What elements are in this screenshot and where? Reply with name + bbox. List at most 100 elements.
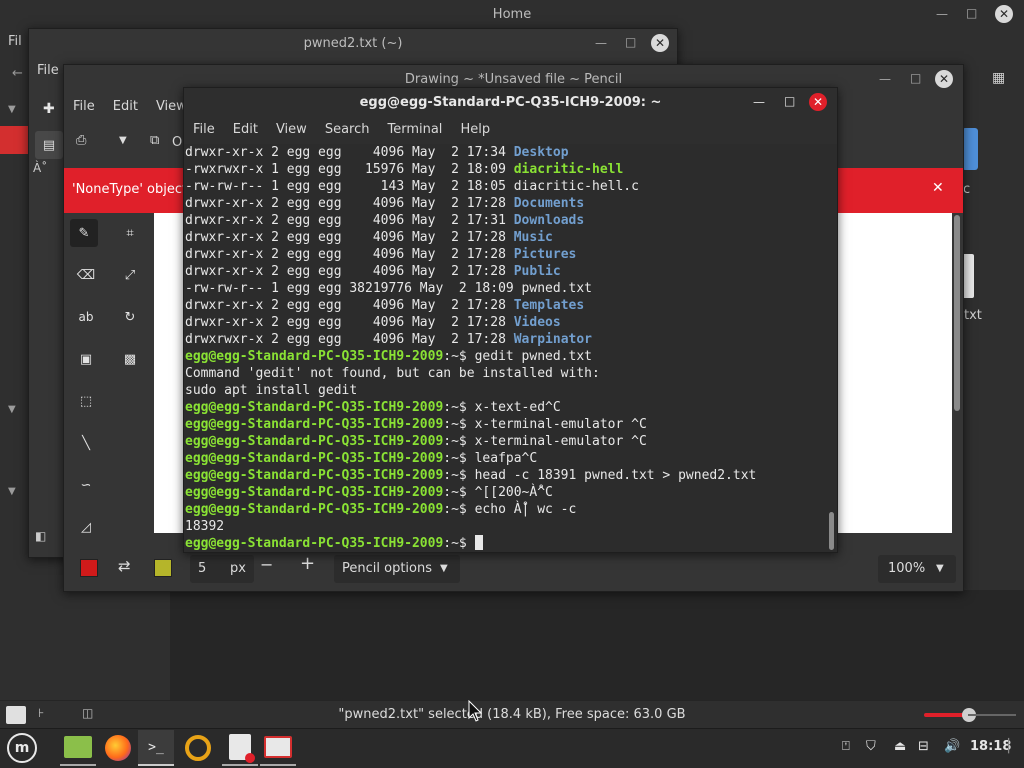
menu-edit[interactable]: Edit <box>224 122 267 137</box>
listing-attributes: drwxr-xr-x 2 egg egg 4096 May 2 17:28 <box>185 315 514 330</box>
menu-help[interactable]: Help <box>451 122 499 137</box>
rect-select-icon[interactable]: ▣ <box>72 345 100 373</box>
menu-file[interactable]: File <box>184 122 224 137</box>
update-icon[interactable]: ⏏ <box>894 739 906 754</box>
curve-icon[interactable]: ∽ <box>72 471 100 499</box>
scale-icon[interactable]: ⤢ <box>116 261 144 289</box>
close-icon[interactable]: ✕ <box>651 34 669 52</box>
crop-icon[interactable]: ⌗ <box>116 219 144 247</box>
terminal-line: drwxr-xr-x 2 egg egg 4096 May 2 17:28 Te… <box>185 297 837 314</box>
text-tool-icon[interactable]: ab <box>72 303 100 331</box>
command-text: ^[[200~À̊^C <box>474 485 553 500</box>
line-icon[interactable]: ╲ <box>72 429 100 457</box>
secondary-color-swatch[interactable] <box>154 559 172 577</box>
grid-view-icon[interactable]: ▦ <box>992 70 1005 86</box>
pencil-menubar: File Edit View <box>64 99 196 114</box>
maximize-icon[interactable]: □ <box>910 71 921 85</box>
copy-icon[interactable]: ⧉ <box>150 133 159 148</box>
minimize-icon[interactable]: — <box>879 72 891 86</box>
pencil-options-button[interactable]: Pencil options ▼ <box>334 555 460 583</box>
maximize-icon[interactable]: □ <box>966 6 977 20</box>
notifications-icon[interactable]: ⍞ <box>842 739 850 754</box>
pencil-icon[interactable] <box>260 730 296 766</box>
close-icon[interactable]: ✕ <box>809 93 827 111</box>
text-editor-icon[interactable] <box>222 730 258 766</box>
listing-filename: Public <box>513 264 561 279</box>
files-icon[interactable] <box>60 730 96 766</box>
home-content-area <box>170 590 1024 700</box>
listing-attributes: drwxr-xr-x 2 egg egg 4096 May 2 17:34 <box>185 145 514 160</box>
network-icon[interactable]: ⊟ <box>918 739 929 754</box>
primary-color-swatch[interactable] <box>80 559 98 577</box>
maximize-icon[interactable]: □ <box>625 35 636 49</box>
terminal-icon[interactable]: >_ <box>138 730 174 766</box>
home-menu-file[interactable]: Fil <box>8 34 22 49</box>
terminal-prompt-line: egg@egg-Standard-PC-Q35-ICH9-2009:~$ lea… <box>185 450 837 467</box>
eraser-icon[interactable]: ⌫ <box>72 261 100 289</box>
shield-icon[interactable]: ⛉ <box>866 739 876 754</box>
expand-arrow-icon[interactable]: ▼ <box>8 104 16 115</box>
dropdown-arrow-icon: ▼ <box>936 563 944 574</box>
canvas-scrollbar[interactable] <box>954 215 960 411</box>
side-panel-icon[interactable]: ◧ <box>35 529 46 543</box>
prompt-user: egg@egg-Standard-PC-Q35-ICH9-2009 <box>185 485 444 500</box>
menu-view[interactable]: View <box>267 122 316 137</box>
terminal-scrollbar[interactable] <box>829 512 834 550</box>
new-file-icon[interactable]: ✚ <box>43 101 55 117</box>
prompt-user: egg@egg-Standard-PC-Q35-ICH9-2009 <box>185 502 444 517</box>
close-icon[interactable]: ✕ <box>935 70 953 88</box>
close-icon[interactable]: ✕ <box>995 5 1013 23</box>
document-icon[interactable]: ▤ <box>35 131 63 159</box>
minimize-icon[interactable]: — <box>753 95 765 109</box>
expand-arrow-icon[interactable]: ▼ <box>8 486 16 497</box>
decrease-size-button[interactable]: − <box>260 555 273 574</box>
prompt-user: egg@egg-Standard-PC-Q35-ICH9-2009 <box>185 451 444 466</box>
show-desktop-icon[interactable]: ▏ <box>1008 739 1018 754</box>
terminal-output[interactable]: drwxr-xr-x 2 egg egg 4096 May 2 17:34 De… <box>184 144 837 552</box>
editor-menu-file[interactable]: File <box>37 63 59 78</box>
size-field[interactable]: 5 px <box>190 555 254 583</box>
output-text: sudo apt install gedit <box>185 383 358 398</box>
menu-edit[interactable]: Edit <box>104 99 147 114</box>
prompt-user: egg@egg-Standard-PC-Q35-ICH9-2009 <box>185 417 444 432</box>
free-select-icon[interactable]: ⬚ <box>72 387 100 415</box>
clock[interactable]: 18:18 <box>970 739 1011 754</box>
close-icon[interactable]: ✕ <box>932 180 944 196</box>
rotate-icon[interactable]: ↻ <box>116 303 144 331</box>
expand-arrow-icon[interactable]: ▼ <box>8 404 16 415</box>
size-unit: px <box>230 561 246 576</box>
filters-icon[interactable]: ▩ <box>116 345 144 373</box>
listing-filename: pwned.txt <box>521 281 592 296</box>
swap-colors-icon[interactable]: ⇄ <box>118 557 131 575</box>
sidebar-selected-item[interactable] <box>0 126 28 154</box>
menu-terminal[interactable]: Terminal <box>378 122 451 137</box>
terminal-prompt-line: egg@egg-Standard-PC-Q35-ICH9-2009:~$ ged… <box>185 348 837 365</box>
terminal-output-line: sudo apt install gedit <box>185 382 837 399</box>
menu-icon[interactable]: m <box>4 730 40 766</box>
terminal-line: drwxr-xr-x 2 egg egg 4096 May 2 17:28 Mu… <box>185 229 837 246</box>
minimize-icon[interactable]: — <box>936 7 948 21</box>
zoom-dropdown[interactable]: 100% ▼ <box>878 555 956 583</box>
pencil-tool-icon[interactable]: ✎ <box>70 219 98 247</box>
shape-icon[interactable]: ◿ <box>72 513 100 541</box>
volume-icon[interactable]: 🔊 <box>944 739 960 754</box>
back-arrow-icon[interactable]: ← <box>12 66 23 81</box>
prompt-tail: :~$ <box>443 468 475 483</box>
command-text: gedit pwned.txt <box>474 349 592 364</box>
output-text: 18392 <box>185 519 225 534</box>
increase-size-button[interactable]: + <box>300 553 315 574</box>
maximize-icon[interactable]: □ <box>784 94 795 108</box>
folder-icon[interactable] <box>962 128 978 170</box>
warpinator-icon[interactable] <box>180 730 216 766</box>
listing-filename: Music <box>513 230 553 245</box>
minimize-icon[interactable]: — <box>595 36 607 50</box>
dropdown-arrow-icon[interactable]: ▼ <box>119 135 127 146</box>
listing-attributes: -rwxrwxr-x 1 egg egg 15976 May 2 18:09 <box>185 162 514 177</box>
terminal-prompt-line: egg@egg-Standard-PC-Q35-ICH9-2009:~$ ech… <box>185 501 837 518</box>
firefox-icon[interactable] <box>100 730 136 766</box>
menu-file[interactable]: File <box>64 99 104 114</box>
prompt-user: egg@egg-Standard-PC-Q35-ICH9-2009 <box>185 536 444 551</box>
listing-filename: diacritic-hell <box>513 162 624 177</box>
menu-search[interactable]: Search <box>316 122 379 137</box>
save-icon[interactable]: ⎙ <box>76 133 86 148</box>
